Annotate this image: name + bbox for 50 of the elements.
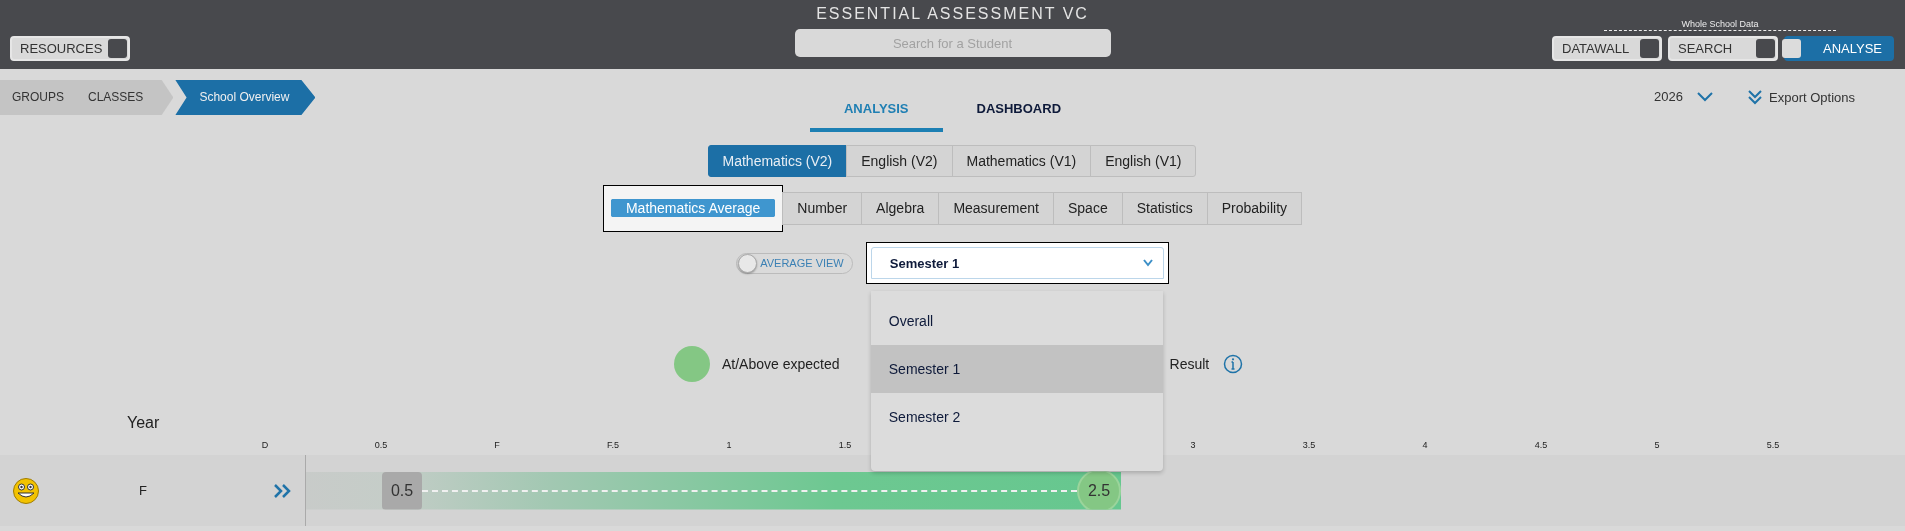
mode-toggle-button[interactable]: SEARCH (1668, 36, 1778, 61)
end-value: 2.5 (1077, 471, 1121, 510)
axis-tick-label: F.5 (606, 439, 620, 450)
strand-tab[interactable]: Measurement (938, 192, 1054, 225)
axis-tick-label: 0.5 (373, 439, 389, 450)
axis-tick-label: 5.5 (1765, 439, 1781, 450)
chevron-down-icon (1697, 91, 1713, 102)
axis-tick-label: F (493, 439, 501, 450)
start-value: 0.5 (382, 471, 422, 510)
year-label: F (139, 483, 148, 498)
axis-tick-label: 3 (1189, 439, 1197, 450)
mode-toggle-button[interactable]: DATAWALL (1552, 36, 1662, 61)
subject-tab[interactable]: English (V1) (1090, 145, 1197, 177)
legend-label: At/Above expected (722, 356, 840, 372)
dropdown-option[interactable]: Semester 2 (870, 393, 1163, 441)
double-chevron-right-icon[interactable] (273, 482, 293, 499)
axis-tick-label: 4.5 (1533, 439, 1549, 450)
strand-tab[interactable]: Number (782, 192, 863, 225)
resources-button[interactable]: RESOURCES (10, 36, 131, 61)
group-label: Whole School Data (1604, 18, 1836, 31)
strand-tab[interactable]: Probability (1206, 192, 1303, 225)
axis-tick-label: 4 (1421, 439, 1429, 450)
smiley-icon (12, 476, 40, 505)
strand-tab[interactable]: Algebra (861, 192, 940, 225)
axis-tick-label: 1.5 (837, 439, 853, 450)
axis-tick-label: 3.5 (1301, 439, 1317, 450)
year-select[interactable]: 2026 (1654, 89, 1713, 104)
dropdown-option[interactable]: Semester 1 (870, 345, 1163, 393)
axis-tick-label: D (260, 439, 270, 450)
mode-toggle-button[interactable]: ANALYSE (1784, 36, 1894, 61)
subject-tab[interactable]: Mathematics (V2) (707, 145, 848, 177)
breadcrumb-item[interactable]: CLASSES (76, 80, 174, 115)
legend-label: Result (1169, 356, 1210, 372)
breadcrumb-item[interactable]: School Overview (175, 80, 316, 115)
period-select[interactable]: Semester 1 (870, 247, 1164, 279)
dropdown-option[interactable]: Overall (870, 297, 1163, 345)
axis-tick-label: 1 (725, 439, 733, 450)
year-column-header: Year (127, 414, 160, 431)
strand-tab[interactable]: Space (1052, 192, 1123, 225)
app-title: ESSENTIAL ASSESSMENT VC (816, 5, 1089, 23)
axis-tick-label: 5 (1653, 439, 1661, 450)
view-tab[interactable]: DASHBOARD (942, 101, 1095, 132)
info-icon[interactable] (1223, 354, 1244, 374)
caret-icon (1142, 259, 1153, 267)
breadcrumb-item[interactable]: GROUPS (0, 80, 76, 115)
strand-tab[interactable]: Statistics (1121, 192, 1208, 225)
export-options-link[interactable]: Export Options (1747, 89, 1855, 105)
double-chevron-down-icon (1747, 89, 1763, 105)
subject-tab[interactable]: English (V2) (846, 145, 953, 177)
subject-tab[interactable]: Mathematics (V1) (951, 145, 1092, 177)
